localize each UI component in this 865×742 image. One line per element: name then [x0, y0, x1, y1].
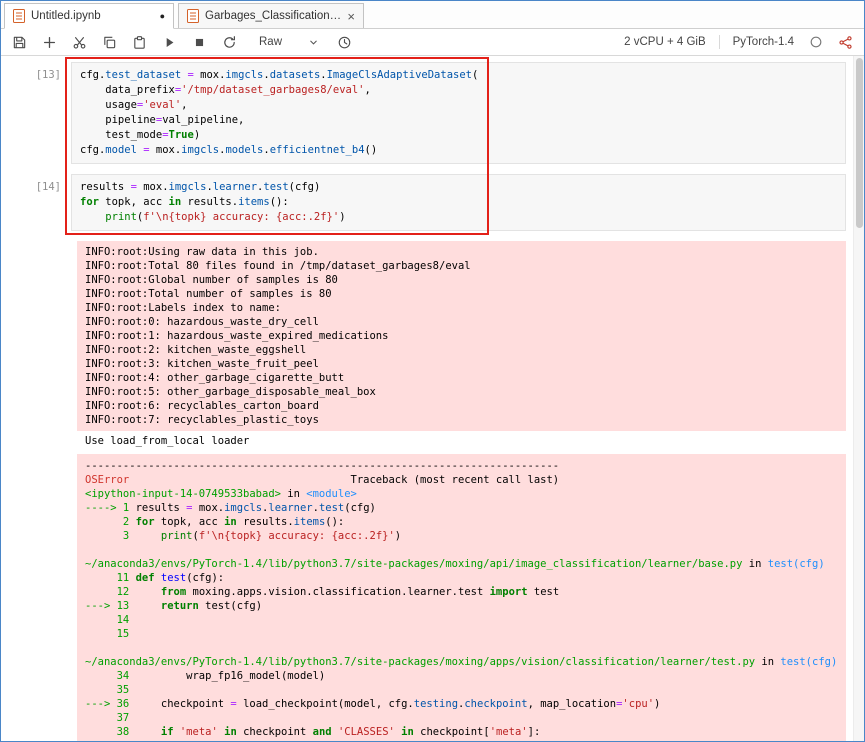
vertical-scrollbar[interactable] [853, 56, 864, 741]
code-editor-14[interactable]: results = mox.imgcls.learner.test(cfg) fo… [71, 174, 846, 231]
close-tab-icon[interactable]: × [347, 10, 355, 23]
tab-bar: Untitled.ipynb ● Garbages_Classification… [1, 1, 864, 29]
notebook-toolbar: Raw 2 vCPU + 4 GiB PyTorch-1.4 [1, 29, 864, 56]
unsaved-indicator: ● [159, 11, 165, 21]
kernel-status-icon [807, 34, 824, 51]
output-prompt-gutter [1, 241, 71, 741]
execution-count-13: [13] [35, 69, 61, 81]
output-area: INFO:root:Using raw data in this job. INF… [1, 241, 846, 741]
resource-spec-label: 2 vCPU + 4 GiB [624, 36, 706, 48]
cell-type-dropdown[interactable]: Raw [255, 34, 323, 50]
run-cell-button[interactable] [161, 34, 178, 51]
chevron-down-icon [308, 37, 319, 48]
notebook-content: [13] cfg.test_dataset = mox.imgcls.datas… [1, 56, 864, 741]
kernel-name-label[interactable]: PyTorch-1.4 [733, 36, 794, 48]
copy-cell-button[interactable] [101, 34, 118, 51]
history-clock-button[interactable] [336, 34, 353, 51]
restart-kernel-button[interactable] [221, 34, 238, 51]
save-button[interactable] [11, 34, 28, 51]
share-button[interactable] [837, 34, 854, 51]
tab-garbages-classification[interactable]: Garbages_Classification.ipynl × [178, 3, 364, 28]
cut-cell-button[interactable] [71, 34, 88, 51]
add-cell-button[interactable] [41, 34, 58, 51]
paste-cell-button[interactable] [131, 34, 148, 51]
cell-type-value: Raw [259, 36, 283, 48]
code-cell-14[interactable]: [14] results = mox.imgcls.learner.test(c… [1, 174, 846, 231]
toolbar-divider [718, 35, 720, 49]
execution-count-14: [14] [35, 181, 61, 193]
tab-untitled-notebook[interactable]: Untitled.ipynb ● [4, 3, 174, 29]
tab-label: Untitled.ipynb [31, 10, 101, 22]
code-editor-13[interactable]: cfg.test_dataset = mox.imgcls.datasets.I… [71, 62, 846, 164]
output-column: INFO:root:Using raw data in this job. INF… [77, 241, 846, 741]
tab-label: Garbages_Classification.ipynl [205, 10, 342, 22]
notebook-file-icon [187, 9, 199, 23]
notebook-file-icon [13, 9, 25, 23]
scrollbar-thumb[interactable] [856, 58, 863, 228]
stdout-output: Use load_from_local loader [85, 435, 250, 447]
stderr-output: INFO:root:Using raw data in this job. INF… [77, 241, 846, 431]
stop-kernel-button[interactable] [191, 34, 208, 51]
notebook-window: Untitled.ipynb ● Garbages_Classification… [0, 0, 865, 742]
code-cell-13[interactable]: [13] cfg.test_dataset = mox.imgcls.datas… [1, 62, 846, 164]
error-traceback-output: ----------------------------------------… [77, 454, 846, 741]
